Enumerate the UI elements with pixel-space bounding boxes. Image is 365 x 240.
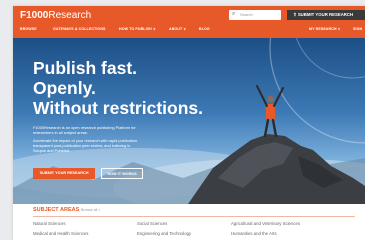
nav-about[interactable]: ABOUT ∨ bbox=[169, 27, 186, 31]
subject-social-sciences[interactable]: Social Sciences bbox=[137, 221, 167, 226]
upload-icon: ⇧ bbox=[293, 12, 297, 17]
nav-how-to-publish[interactable]: HOW TO PUBLISH ∨ bbox=[119, 27, 156, 31]
search-placeholder: Search bbox=[240, 12, 253, 17]
hero-description-1: F1000Research is an open research publis… bbox=[33, 125, 136, 135]
subjects-divider bbox=[33, 216, 355, 217]
site-header: F1000Research ⌕ Search ⇧ SUBMIT YOUR RES… bbox=[13, 6, 365, 38]
search-input[interactable]: ⌕ Search bbox=[229, 10, 281, 20]
nav-browse[interactable]: BROWSE bbox=[20, 27, 37, 31]
nav-blog[interactable]: BLOG bbox=[199, 27, 210, 31]
hero-submit-button[interactable]: SUBMIT YOUR RESEARCH bbox=[33, 168, 95, 179]
nav-sign-in[interactable]: SIGN bbox=[353, 27, 362, 31]
nav-gateways-collections[interactable]: GATEWAYS & COLLECTIONS bbox=[53, 27, 106, 31]
hero-heading-line-3: Without restrictions. bbox=[33, 98, 203, 118]
hero-description-2: Accelerate the impact of your research w… bbox=[33, 138, 139, 153]
browser-page: F1000Research ⌕ Search ⇧ SUBMIT YOUR RES… bbox=[13, 6, 365, 240]
subject-agricultural-veterinary[interactable]: Agricultural and Veterinary Sciences bbox=[231, 221, 300, 226]
how-it-works-button[interactable]: HOW IT WORKS bbox=[101, 168, 143, 179]
subject-areas-title: SUBJECT AREAS bbox=[33, 207, 80, 213]
hero-banner: Publish fast. Openly. Without restrictio… bbox=[13, 38, 365, 204]
nav-my-research[interactable]: MY RESEARCH ∨ bbox=[309, 27, 340, 31]
browse-all-link[interactable]: Browse all > bbox=[81, 208, 100, 212]
subject-humanities-arts[interactable]: Humanities and the Arts bbox=[231, 231, 277, 236]
subject-natural-sciences[interactable]: Natural Sciences bbox=[33, 221, 65, 226]
submit-research-button[interactable]: ⇧ SUBMIT YOUR RESEARCH bbox=[287, 10, 365, 20]
hero-heading-line-1: Publish fast. bbox=[33, 58, 138, 78]
subject-medical-health[interactable]: Medical and Health Sciences bbox=[33, 231, 88, 236]
subject-engineering-technology[interactable]: Engineering and Technology bbox=[137, 231, 191, 236]
search-icon: ⌕ bbox=[232, 11, 236, 17]
site-logo[interactable]: F1000Research bbox=[20, 10, 91, 21]
hero-heading-line-2: Openly. bbox=[33, 78, 96, 98]
climber-figure bbox=[256, 85, 284, 138]
